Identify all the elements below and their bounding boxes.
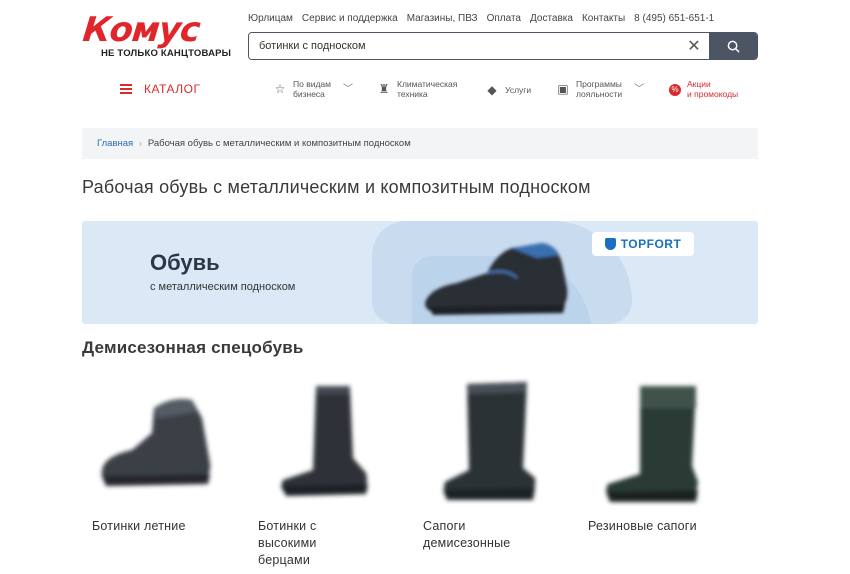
product-image [423,378,573,508]
breadcrumb-home[interactable]: Главная [97,138,133,149]
category-name: Резиновые сапоги [588,519,697,533]
category-card[interactable]: Сапоги демисезонные [423,378,573,552]
nav-label: Услуги [505,85,532,96]
catalog-label: КАТАЛОГ [144,82,201,96]
boot-image [281,386,368,496]
promo-icon: % [669,83,681,96]
breadcrumb-separator: › [139,139,142,148]
banner-subtitle: с металлическим подноском [150,281,296,293]
top-links: Юрлицам Сервис и поддержка Магазины, ПВЗ… [248,13,714,24]
top-link-payment[interactable]: Оплата [487,13,521,24]
nav-label-line2: техника [397,88,428,99]
category-card[interactable]: Резиновые сапоги [588,378,738,535]
product-image [92,378,242,508]
main-nav: КАТАЛОГ ☆ По видам бизнеса ﹀ ♜ Климатичес… [0,78,850,106]
badge-label: TOPFORT [620,237,682,251]
nav-label-line2: бизнеса [293,88,325,99]
site-logo[interactable]: Комус НЕ ТОЛЬКО КАНЦТОВАРЫ [80,10,233,62]
page-title: Рабочая обувь с металлическим и композит… [82,177,591,197]
section-title: Демисезонная спецобувь [82,338,304,357]
menu-icon [120,84,132,94]
nav-item-business[interactable]: ☆ По видам бизнеса ﹀ [273,79,353,99]
nav-label-line1: Программы [576,79,622,89]
climate-icon: ♜ [378,81,390,96]
product-image [588,378,738,508]
shield-icon [604,238,616,250]
logo-tagline: НЕ ТОЛЬКО КАНЦТОВАРЫ [101,48,232,59]
catalog-button[interactable]: КАТАЛОГ [120,82,200,96]
top-link-service[interactable]: Сервис и поддержка [302,13,398,24]
category-card[interactable]: Ботинки летние [92,378,242,535]
breadcrumb-current: Рабочая обувь с металлическим и композит… [147,138,411,149]
nav-label-line2: лояльности [576,88,623,99]
top-link-legal[interactable]: Юрлицам [248,13,293,24]
search-icon [727,40,740,53]
services-icon: ◆ [487,83,497,98]
category-name: Сапоги демисезонные [423,519,511,550]
category-card[interactable]: Ботинки с высокими берцами [258,378,408,569]
search-input[interactable] [249,33,679,59]
nav-label-line1: Акции [687,79,711,89]
loyalty-icon: ▣ [557,81,569,96]
banner-title: Обувь [150,250,220,275]
chevron-down-icon: ﹀ [343,83,353,95]
breadcrumb: Главная › Рабочая обувь с металлическим … [82,128,758,159]
category-name: Ботинки летние [92,519,186,533]
close-icon[interactable]: ✕ [679,33,709,59]
top-link-contacts[interactable]: Контакты [582,13,625,24]
top-link-phone[interactable]: 8 (495) 651-651-1 [634,13,714,24]
top-link-delivery[interactable]: Доставка [530,13,573,24]
boot-image [101,399,211,486]
topfort-badge: TOPFORT [592,232,694,256]
nav-label-line2: и промокоды [687,88,739,99]
star-icon: ☆ [274,81,286,96]
boot-image [606,386,698,502]
chevron-down-icon: ﹀ [634,83,645,95]
search-bar: ✕ [248,32,758,60]
search-button[interactable] [709,33,757,59]
boot-image [443,382,536,500]
nav-item-services[interactable]: ◆ Услуги [485,84,531,98]
logo-wordmark: Комус [80,10,202,50]
nav-label-line1: По видам [293,79,331,89]
promo-banner[interactable]: Обувь с металлическим подноском TOPFORT [82,221,758,324]
boot-image [425,243,568,315]
nav-item-climate[interactable]: ♜ Климатическая техника [377,79,458,99]
nav-label-line1: Климатическая [397,79,458,89]
category-name: Ботинки с высокими берцами [258,519,317,567]
product-image [258,378,408,508]
nav-item-promo[interactable]: % Акции и промокоды [669,79,739,99]
nav-item-loyalty[interactable]: ▣ Программы лояльности ﹀ [556,79,645,99]
top-link-stores[interactable]: Магазины, ПВЗ [407,13,478,24]
